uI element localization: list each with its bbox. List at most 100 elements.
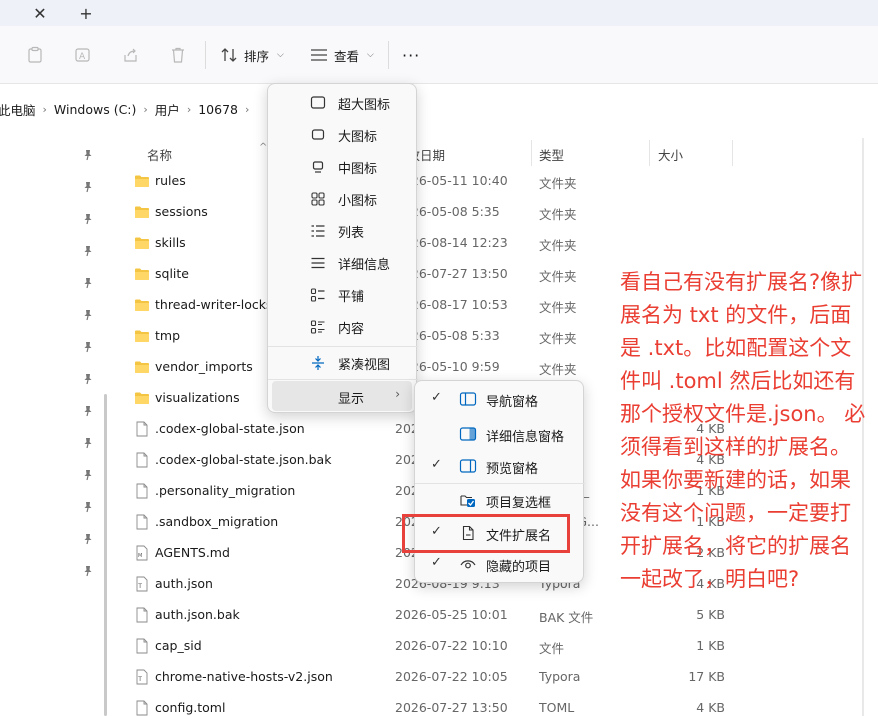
- view-menu-label: 内容: [338, 322, 365, 337]
- column-type-header[interactable]: 类型: [539, 145, 564, 164]
- sort-button[interactable]: 排序 ⌵: [220, 40, 284, 70]
- view-menu-label: 详细信息: [338, 258, 391, 273]
- show-menu-item-navigation-pane[interactable]: ✓ 导航窗格: [419, 384, 579, 414]
- file-type: 文件夹: [539, 176, 577, 191]
- view-menu-item-list[interactable]: 列表: [272, 215, 412, 245]
- navigation-scrollbar[interactable]: [104, 394, 107, 716]
- paste-button[interactable]: [22, 42, 48, 68]
- breadcrumb-item[interactable]: 用户: [155, 100, 180, 119]
- file-name: .codex-global-state.json: [155, 421, 305, 436]
- sort-icon: [221, 48, 237, 62]
- show-menu-item-preview-pane[interactable]: ✓ 预览窗格: [419, 451, 579, 481]
- show-menu-item-details-pane[interactable]: 详细信息窗格: [419, 419, 579, 449]
- share-button[interactable]: [118, 42, 144, 68]
- rename-icon: A: [75, 48, 90, 62]
- more-options-button[interactable]: ···: [402, 40, 420, 70]
- view-menu-item-details[interactable]: 详细信息: [272, 247, 412, 277]
- view-menu-label: 紧凑视图: [338, 358, 391, 373]
- breadcrumb-item[interactable]: 此电脑: [0, 100, 36, 119]
- details-view-icon: [311, 257, 325, 269]
- trash-icon: [172, 47, 184, 63]
- file-name: visualizations: [155, 390, 240, 405]
- file-size: 1 KB: [696, 638, 725, 653]
- markdown-file-icon: M: [136, 545, 148, 561]
- folder-icon: [135, 175, 149, 187]
- breadcrumb-item[interactable]: Windows (C:): [54, 102, 136, 117]
- file-row[interactable]: cap_sid 2026-07-22 10:10 文件 1 KB: [118, 631, 858, 662]
- file-row[interactable]: rules 2026-05-11 10:40 文件夹: [118, 166, 858, 197]
- view-menu-label: 显示: [338, 392, 365, 407]
- show-menu-label: 项目复选框: [486, 496, 552, 511]
- view-menu-item-show[interactable]: 显示 ›: [272, 381, 412, 411]
- show-menu-item-item-checkboxes[interactable]: 项目复选框: [419, 485, 579, 515]
- command-bar: A 排序 ⌵ 查看 ⌵ ···: [0, 26, 878, 84]
- pin-icon: [84, 182, 92, 193]
- file-name: auth.json.bak: [155, 607, 240, 622]
- show-menu-item-hidden-items[interactable]: ✓ 隐藏的项目: [419, 549, 579, 579]
- file-icon: [136, 514, 148, 530]
- toolbar-divider: [388, 41, 389, 69]
- check-icon: ✓: [431, 390, 442, 405]
- column-size-header[interactable]: 大小: [658, 145, 683, 164]
- file-name: auth.json: [155, 576, 213, 591]
- show-menu-label: 导航窗格: [486, 395, 539, 410]
- folder-icon: [135, 392, 149, 404]
- file-type: Typora: [539, 669, 581, 684]
- rename-button[interactable]: A: [70, 42, 96, 68]
- close-tab-button[interactable]: ✕: [26, 1, 54, 25]
- file-row[interactable]: auth.json.bak 2026-05-25 10:01 BAK 文件 5 KB: [118, 600, 858, 631]
- file-date: 2026-05-25 10:01: [395, 607, 508, 622]
- svg-text:A: A: [79, 52, 86, 62]
- share-icon: [124, 48, 137, 62]
- toolbar-divider: [205, 41, 206, 69]
- view-menu-item-content[interactable]: 内容: [272, 311, 412, 341]
- view-menu-item-tiles[interactable]: 平铺: [272, 279, 412, 309]
- pin-icon: [84, 534, 92, 545]
- paste-icon: [28, 46, 42, 63]
- pin-icon: [84, 246, 92, 257]
- pin-icon: [84, 214, 92, 225]
- column-divider[interactable]: [732, 140, 733, 166]
- more-icon: ···: [402, 45, 421, 65]
- file-name: .sandbox_migration: [155, 514, 279, 529]
- view-menu-item-extra-large-icons[interactable]: 超大图标: [272, 87, 412, 117]
- folder-icon: [135, 299, 149, 311]
- view-menu-label: 中图标: [338, 162, 378, 177]
- file-row[interactable]: config.toml 2026-07-27 13:50 TOML 4 KB: [118, 693, 858, 716]
- column-name-header[interactable]: 名称: [147, 145, 172, 164]
- view-button[interactable]: 查看 ⌵: [310, 40, 374, 70]
- file-row[interactable]: Tchrome-native-hosts-v2.json 2026-07-22 1…: [118, 662, 858, 693]
- typora-file-icon: T: [136, 576, 148, 592]
- check-icon: ✓: [431, 457, 442, 472]
- folder-icon: [135, 330, 149, 342]
- file-name: config.toml: [155, 700, 226, 715]
- view-menu-item-medium-icons[interactable]: 中图标: [272, 151, 412, 181]
- file-row[interactable]: sessions 2026-05-08 5:35 文件夹: [118, 197, 858, 228]
- file-date: 2026-07-22 10:05: [395, 669, 508, 684]
- details-pane-icon: [459, 427, 477, 441]
- breadcrumb-item[interactable]: 10678: [198, 102, 238, 117]
- file-type: 文件夹: [539, 300, 577, 315]
- file-date: 2026-07-22 10:10: [395, 638, 508, 653]
- chevron-right-icon: ›: [395, 387, 400, 401]
- new-tab-button[interactable]: +: [72, 1, 100, 25]
- file-type: 文件夹: [539, 238, 577, 253]
- file-name: .personality_migration: [155, 483, 296, 498]
- pin-icon: [84, 470, 92, 481]
- view-menu-item-compact[interactable]: 紧凑视图: [272, 347, 412, 377]
- column-divider[interactable]: [649, 140, 650, 166]
- delete-button[interactable]: [165, 42, 191, 68]
- annotation-text: 看自己有没有扩展名?像扩展名为 txt 的文件，后面是 .txt。比如配置这个文…: [620, 270, 866, 591]
- view-menu-label: 小图标: [338, 194, 378, 209]
- folder-icon: [135, 206, 149, 218]
- pin-icon: [84, 566, 92, 577]
- extra-large-icons-icon: [310, 96, 326, 109]
- view-menu-item-small-icons[interactable]: 小图标: [272, 183, 412, 213]
- file-explorer-window: ✕ + A 排序 ⌵ 查看 ⌵ ··· 此电脑 › Windows (C:) ›…: [0, 0, 878, 716]
- view-menu-item-large-icons[interactable]: 大图标: [272, 119, 412, 149]
- view-icon: [311, 49, 327, 61]
- sort-label: 排序: [244, 48, 270, 64]
- column-divider[interactable]: [531, 140, 532, 166]
- pin-icon: [84, 502, 92, 513]
- file-row[interactable]: skills 2026-08-14 12:23 文件夹: [118, 228, 858, 259]
